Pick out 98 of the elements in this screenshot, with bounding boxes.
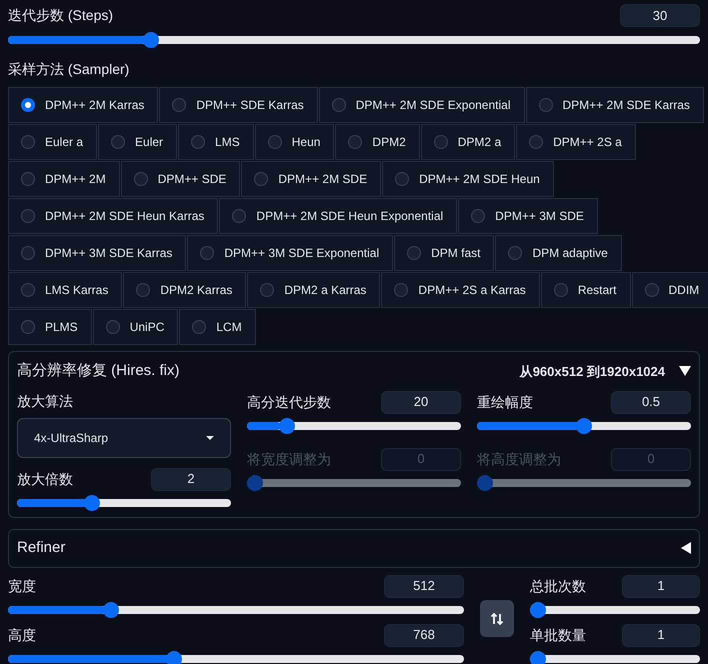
radio-icon — [434, 135, 448, 149]
radio-icon — [172, 98, 186, 112]
radio-icon — [407, 246, 422, 260]
sampler-option[interactable]: DPM++ 2M SDE Heun Karras — [8, 198, 218, 234]
sampler-option[interactable]: DPM++ 3M SDE Exponential — [187, 235, 394, 271]
sampler-option[interactable]: DPM++ 2M SDE — [241, 161, 382, 197]
sampler-option[interactable]: DPM++ 2S a Karras — [381, 272, 540, 308]
number-field[interactable]: 512 — [384, 574, 464, 598]
sampler-option[interactable]: DPM++ 2M SDE Heun Exponential — [219, 198, 458, 234]
radio-icon — [191, 135, 206, 149]
sampler-option[interactable]: DPM++ 3M SDE Karras — [8, 235, 186, 271]
sampler-option[interactable]: DPM++ 2S a — [516, 124, 636, 160]
radio-icon — [134, 172, 148, 186]
slider-thumb[interactable] — [102, 602, 119, 618]
slider-thumb[interactable] — [143, 32, 160, 48]
upscaler-dropdown[interactable]: 4x-UltraSharp — [17, 418, 231, 458]
radio-icon — [332, 98, 346, 112]
radio-icon — [106, 320, 120, 334]
sampler-option[interactable]: DPM2 a Karras — [247, 272, 380, 308]
sampler-option[interactable]: DPM++ 2M Karras — [8, 87, 158, 123]
sampler-option[interactable]: DPM adaptive — [495, 235, 622, 271]
number-field[interactable]: 1 — [622, 624, 700, 646]
slider-thumb[interactable] — [166, 650, 182, 664]
slider-thumb[interactable] — [530, 650, 546, 664]
slider-thumb[interactable] — [84, 494, 100, 510]
radio-icon — [348, 135, 362, 149]
triangle-icon — [681, 542, 691, 554]
slider-label: 总批次数 — [530, 576, 586, 596]
sampler-option[interactable]: DPM++ 2M SDE Karras — [526, 87, 704, 123]
sampler-option[interactable]: DPM++ 3M SDE — [458, 198, 598, 234]
sampler-option[interactable]: DPM++ SDE Karras — [159, 87, 318, 123]
swap-arrows-icon — [490, 612, 504, 626]
slider-thumb[interactable] — [278, 418, 295, 434]
number-field[interactable]: 30 — [620, 4, 700, 27]
radio-icon — [21, 283, 35, 297]
swap-button[interactable] — [480, 600, 514, 637]
sampler-option[interactable]: Euler — [98, 124, 178, 160]
slider-label: 将宽度调整为 — [247, 450, 331, 468]
slider-thumb[interactable] — [530, 602, 546, 618]
number-field[interactable]: 2 — [151, 468, 231, 490]
sampler-label: 采样方法 (Sampler) — [8, 60, 130, 79]
number-field[interactable]: 1 — [622, 574, 700, 598]
sampler-option[interactable]: DPM2 Karras — [123, 272, 246, 308]
radio-icon — [21, 209, 35, 223]
radio-icon — [21, 172, 35, 186]
radio-icon — [21, 135, 35, 149]
sampler-option[interactable]: Restart — [540, 272, 630, 308]
slider-thumb[interactable] — [576, 418, 592, 434]
slider-label: 高分迭代步数 — [247, 392, 331, 412]
radio-icon — [471, 209, 486, 223]
radio-icon — [554, 283, 568, 297]
radio-icon — [644, 283, 658, 297]
refiner-header[interactable]: Refiner — [8, 528, 700, 568]
sampler-option[interactable]: Heun — [254, 124, 334, 160]
number-field[interactable]: 768 — [384, 624, 464, 646]
radio-icon — [395, 172, 410, 186]
upscaler-label: 放大算法 — [17, 392, 74, 410]
radio-icon — [538, 98, 552, 112]
sampler-option[interactable]: PLMS — [8, 309, 92, 345]
radio-icon — [529, 135, 544, 149]
radio-icon — [232, 209, 246, 223]
slider-label: 宽度 — [8, 576, 36, 596]
sampler-option[interactable]: LCM — [179, 309, 256, 345]
radio-icon — [21, 246, 35, 260]
sampler-option[interactable]: DPM++ 2M — [8, 161, 120, 197]
sampler-option[interactable]: LMS Karras — [8, 272, 122, 308]
sampler-option[interactable]: DPM2 — [335, 124, 420, 160]
slider-label: 放大倍数 — [17, 470, 73, 488]
slider-label: 重绘幅度 — [477, 392, 533, 412]
sampler-option[interactable]: DPM++ 2M SDE Exponential — [318, 87, 524, 123]
slider-label: 高度 — [8, 626, 36, 644]
sampler-option[interactable]: DDIM — [632, 272, 708, 308]
radio-icon — [200, 246, 214, 260]
sampler-option[interactable]: LMS — [178, 124, 254, 160]
number-field[interactable]: 20 — [381, 390, 461, 414]
triangle-icon — [679, 366, 691, 376]
radio-icon — [111, 135, 126, 149]
sampler-option[interactable]: DPM2 a — [420, 124, 516, 160]
sampler-option[interactable]: Euler a — [8, 124, 98, 160]
number-field[interactable]: 0.5 — [611, 390, 691, 414]
sampler-option[interactable]: DPM++ 2M SDE Heun — [382, 161, 554, 197]
radio-icon — [21, 98, 35, 112]
sampler-option[interactable]: UniPC — [92, 309, 178, 345]
radio-icon — [394, 283, 408, 297]
radio-icon — [254, 172, 268, 186]
radio-icon — [136, 283, 150, 297]
caret-icon — [206, 436, 214, 440]
radio-icon — [268, 135, 282, 149]
radio-icon — [192, 320, 206, 334]
hires-header[interactable]: 高分辨率修复 (Hires. fix) 从960x512 到1920x1024 — [17, 360, 691, 382]
slider-label: 单批数量 — [530, 626, 586, 644]
radio-icon — [508, 246, 522, 260]
steps-label: 迭代步数 (Steps) — [8, 6, 114, 25]
slider-label: 将高度调整为 — [477, 450, 561, 468]
radio-icon — [260, 283, 274, 297]
sampler-option[interactable]: DPM++ SDE — [120, 161, 240, 197]
sampler-option[interactable]: DPM fast — [394, 235, 494, 271]
radio-icon — [21, 320, 35, 334]
